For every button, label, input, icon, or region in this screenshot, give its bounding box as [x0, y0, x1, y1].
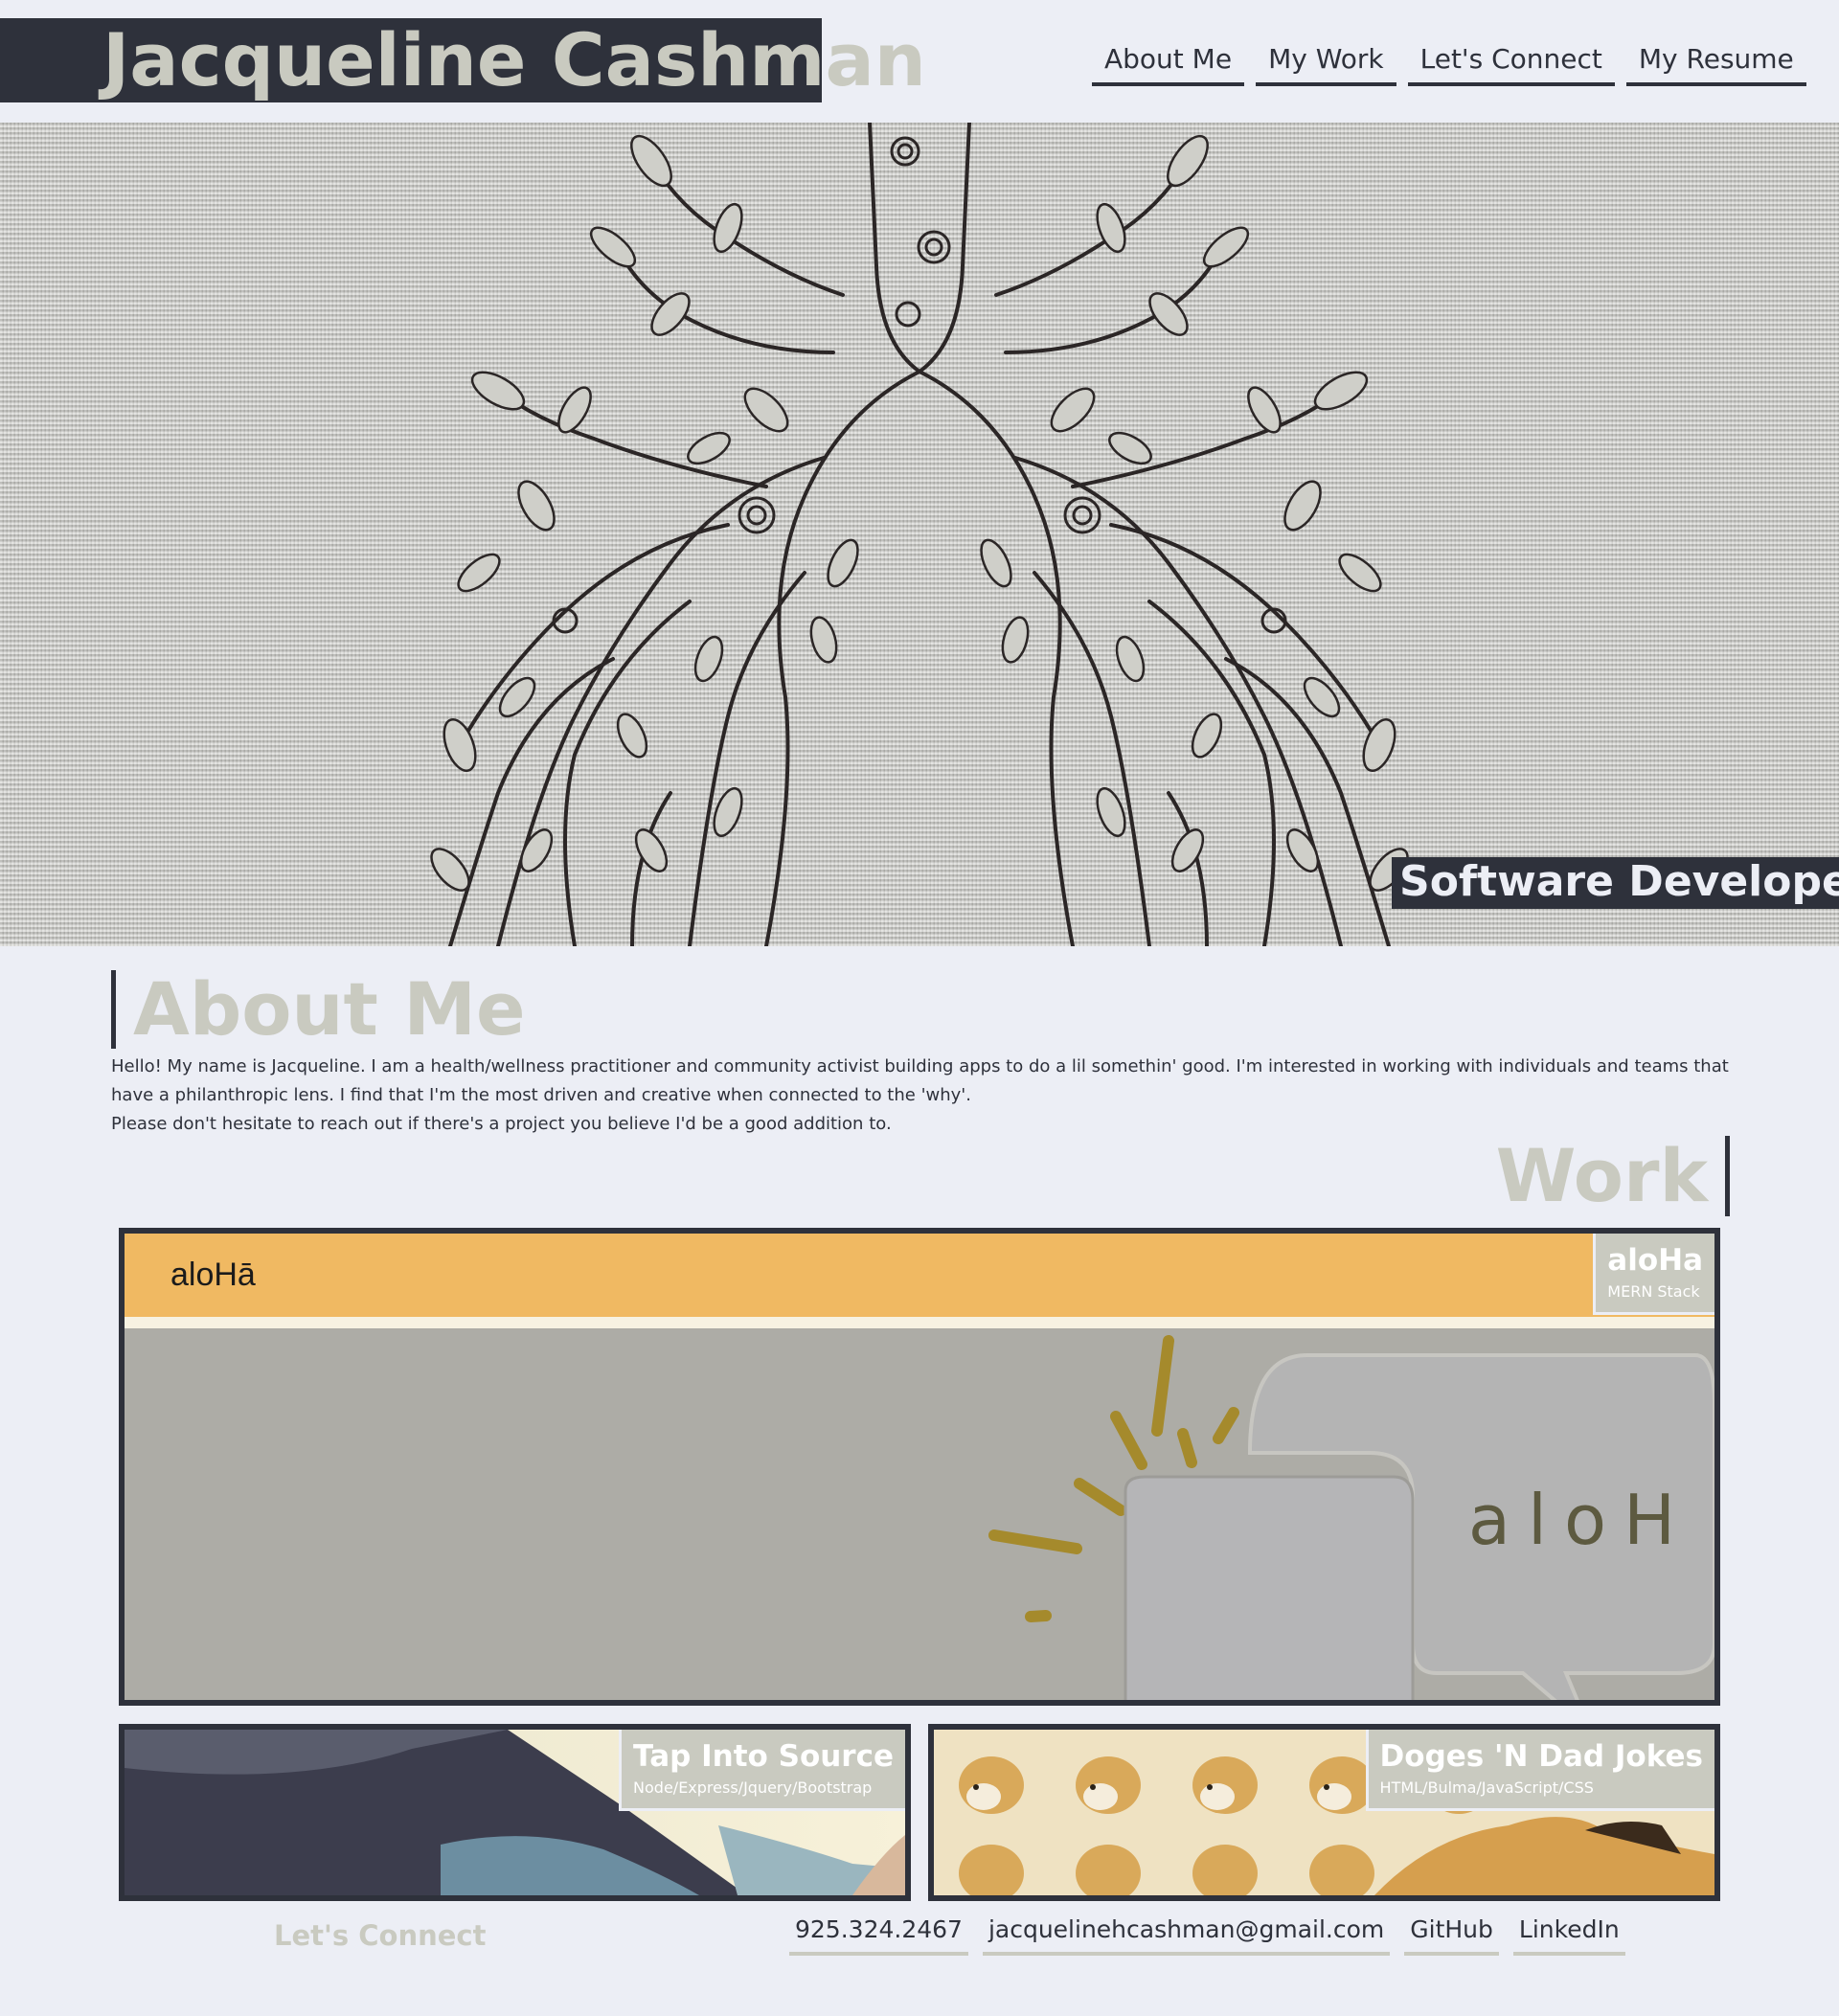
about-paragraph: Hello! My name is Jacqueline. I am a hea…	[111, 1056, 1729, 1105]
aloha-watermark: aloH	[1468, 1480, 1692, 1560]
linkedin-link[interactable]: LinkedIn	[1512, 1914, 1625, 1956]
aloha-preview-body: aloH	[125, 1328, 1714, 1700]
aloha-preview-header: aloHā	[125, 1234, 1714, 1317]
about-paragraph: Please don't hesitate to reach out if th…	[111, 1114, 892, 1134]
speech-bubble-small	[1124, 1475, 1415, 1700]
project-label: aloHa MERN Stack	[1593, 1234, 1714, 1315]
project-card-tap-into-source[interactable]: Tap Into Source Node/Express/Jquery/Boot…	[119, 1724, 911, 1901]
github-link[interactable]: GitHub	[1404, 1914, 1499, 1956]
about-text: Hello! My name is Jacqueline. I am a hea…	[111, 1053, 1730, 1139]
hero-tagline: Software Developer	[1392, 857, 1839, 909]
connect-heading: Let's Connect	[274, 1919, 487, 1952]
about-heading: About Me	[111, 970, 526, 1049]
main-nav: About Me My Work Let's Connect My Resume	[1092, 42, 1806, 86]
aloha-speech-bubbles-graphic: aloH	[988, 1335, 1714, 1700]
project-title: Doges 'N Dad Jokes	[1379, 1739, 1703, 1774]
lungs-tree-illustration	[430, 123, 1409, 946]
project-label: Doges 'N Dad Jokes HTML/Bulma/JavaScript…	[1365, 1730, 1714, 1811]
work-heading: Work	[1496, 1136, 1730, 1216]
project-tech: Node/Express/Jquery/Bootstrap	[633, 1778, 873, 1797]
phone-link[interactable]: 925.324.2467	[789, 1914, 968, 1956]
nav-my-resume[interactable]: My Resume	[1625, 42, 1806, 86]
contact-links: 925.324.2467 jacquelinehcashman@gmail.co…	[789, 1914, 1625, 1956]
nav-my-work[interactable]: My Work	[1256, 42, 1396, 86]
project-title: aloHa	[1607, 1243, 1703, 1278]
project-label: Tap Into Source Node/Express/Jquery/Boot…	[619, 1730, 905, 1811]
project-tech: HTML/Bulma/JavaScript/CSS	[1379, 1778, 1594, 1797]
project-card-aloha[interactable]: aloHā aloH aloHa MERN Stack	[119, 1228, 1720, 1706]
site-title: Jacqueline Cashman	[0, 18, 926, 102]
project-tech: MERN Stack	[1607, 1282, 1700, 1301]
aloha-logo: aloHā	[170, 1257, 256, 1293]
hero-banner: Software Developer	[0, 123, 1839, 946]
nav-lets-connect[interactable]: Let's Connect	[1407, 42, 1615, 86]
nav-about-me[interactable]: About Me	[1092, 42, 1245, 86]
project-title: Tap Into Source	[633, 1739, 894, 1774]
email-link[interactable]: jacquelinehcashman@gmail.com	[982, 1914, 1391, 1956]
project-card-doges-n-dad-jokes[interactable]: Doges 'N Dad Jokes HTML/Bulma/JavaScript…	[928, 1724, 1720, 1901]
